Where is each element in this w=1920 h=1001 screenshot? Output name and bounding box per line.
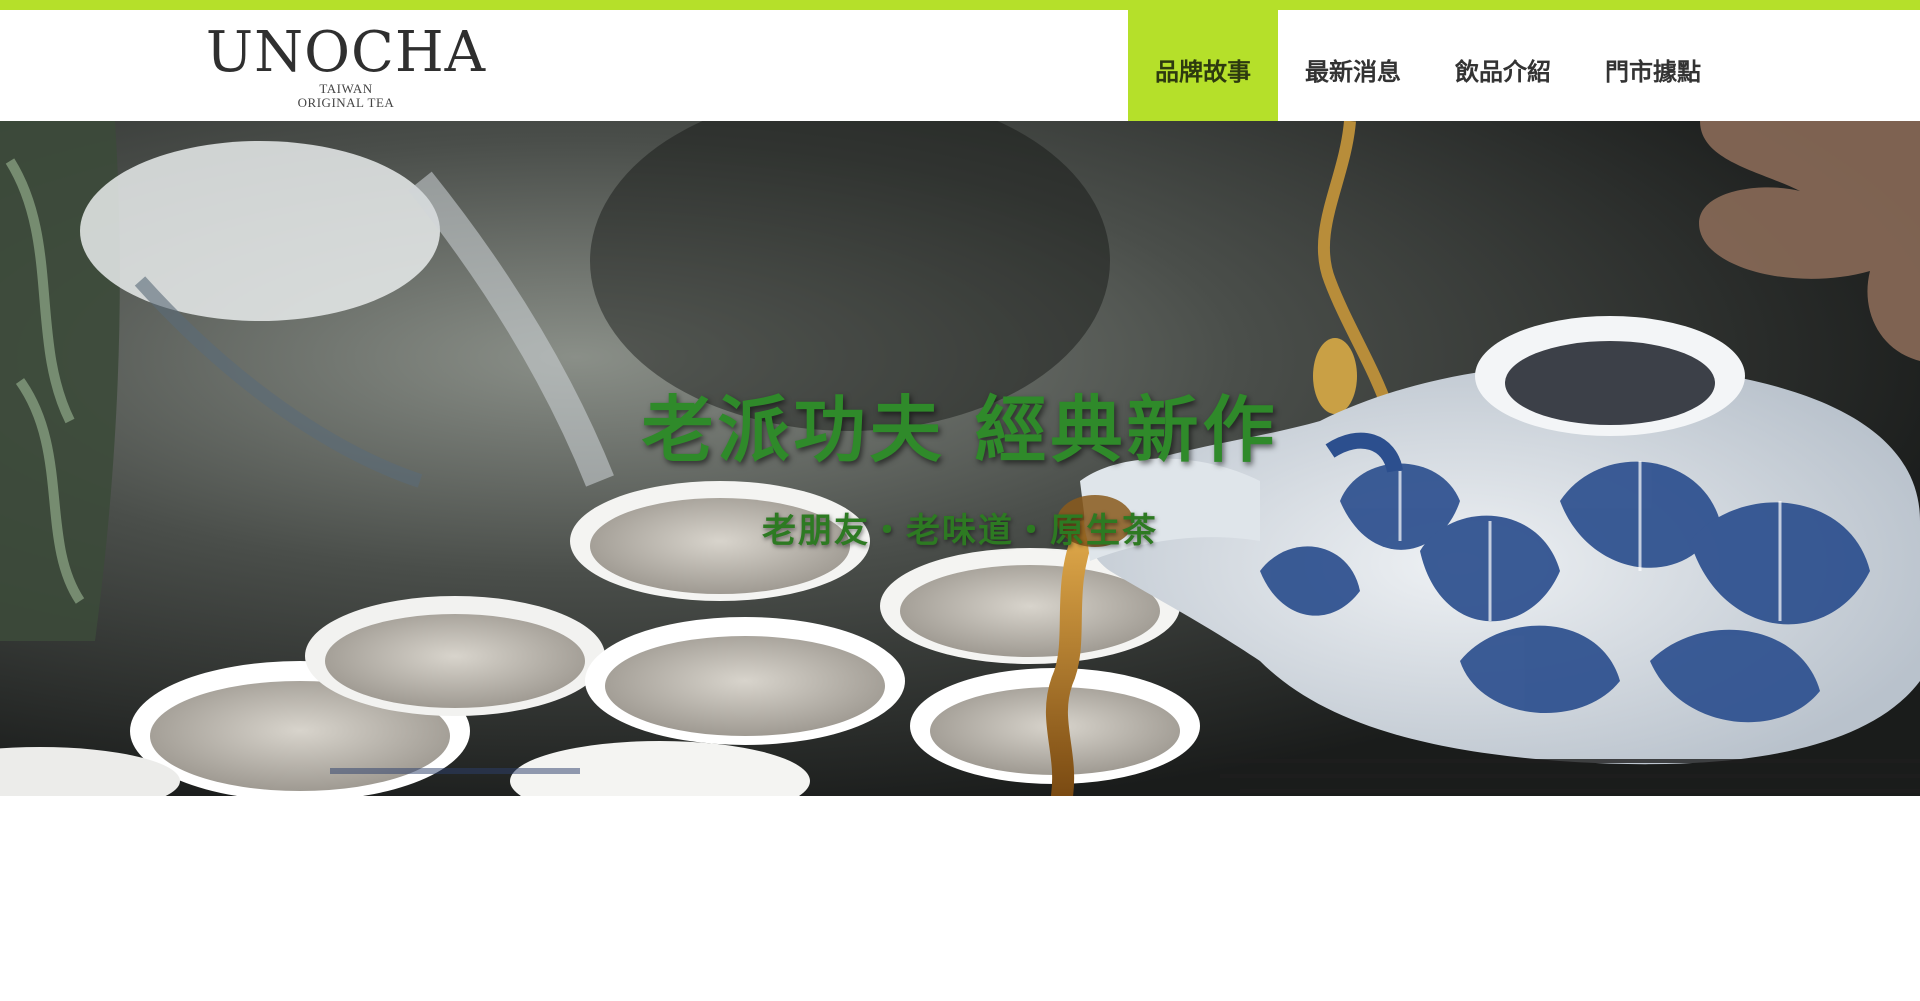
hero-subtitle: 老朋友・老味道・原生茶 (762, 511, 1158, 551)
nav-item-stores[interactable]: 門市據點 (1578, 10, 1728, 128)
brand-tagline-line2: ORIGINAL TEA (297, 95, 395, 110)
nav-item-news[interactable]: 最新消息 (1278, 10, 1428, 128)
hero-banner: 老派功夫 經典新作 老朋友・老味道・原生茶 (0, 121, 1920, 796)
hero-title: 老派功夫 經典新作 (641, 388, 1279, 472)
nav-item-brand-story[interactable]: 品牌故事 (1128, 10, 1278, 128)
brand-name: UNOCHA (205, 20, 487, 85)
main-nav: 品牌故事 最新消息 飲品介紹 門市據點 (1128, 10, 1728, 128)
brand-logo[interactable]: UNOCHA TAIWAN ORIGINAL TEA (196, 24, 496, 114)
nav-item-drinks[interactable]: 飲品介紹 (1428, 10, 1578, 128)
top-accent-bar (0, 0, 1920, 10)
